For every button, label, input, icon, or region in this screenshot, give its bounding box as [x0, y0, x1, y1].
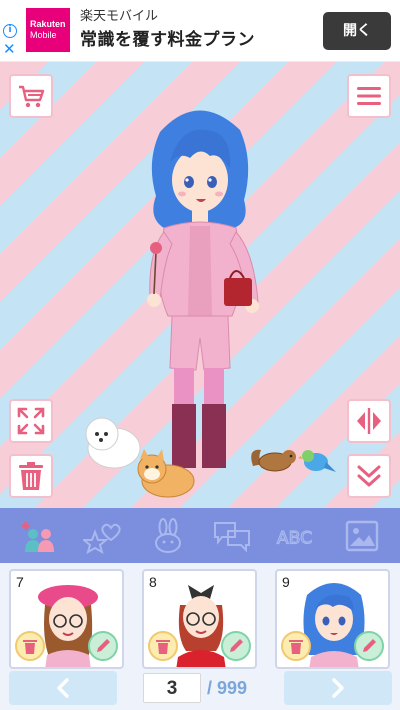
tool-speech[interactable] [210, 514, 254, 558]
text-tool-label: ABC [277, 528, 312, 548]
shop-cart-button[interactable] [9, 74, 53, 118]
double-chevron-down-icon [357, 465, 381, 487]
pencil-icon [97, 639, 110, 652]
text-abc-icon: ABC [276, 528, 312, 549]
ad-title: 常識を覆す料金プラン [80, 30, 255, 50]
slot-edit-button[interactable] [221, 631, 251, 661]
slot-delete-button[interactable] [281, 631, 311, 661]
page-total: / 999 [207, 678, 248, 698]
menu-button[interactable] [347, 74, 391, 118]
chevron-right-icon [332, 678, 344, 698]
ad-logo-line2: Mobile [30, 30, 57, 40]
slot-number: 9 [282, 574, 290, 590]
expand-view-button[interactable] [9, 399, 53, 443]
editor-toolbar: ABC [0, 508, 400, 563]
blue-bird[interactable] [298, 444, 338, 478]
expand-arrows-icon [17, 407, 45, 435]
chipmunk[interactable] [245, 440, 301, 474]
trash-icon [19, 462, 43, 490]
ad-open-button[interactable]: 開く [323, 12, 391, 50]
tool-background[interactable] [340, 514, 384, 558]
stickers-icon [82, 523, 121, 554]
pencil-icon [363, 639, 376, 652]
slot-delete-button[interactable] [15, 631, 45, 661]
flip-horizontal-icon [357, 408, 381, 434]
close-icon[interactable]: ✕ [3, 42, 16, 57]
character-slot[interactable]: 7 [9, 569, 124, 669]
shopping-cart-icon [19, 85, 45, 108]
trash-icon [23, 640, 37, 654]
info-icon[interactable]: i [3, 24, 17, 38]
hamburger-menu-icon [357, 87, 381, 105]
tool-text[interactable]: ABC [275, 514, 319, 558]
background-image-icon [345, 520, 378, 551]
delete-button[interactable] [9, 454, 53, 498]
dressup-stage [0, 62, 400, 508]
ad-logo-line1: Rakuten [30, 19, 66, 29]
pencil-icon [230, 639, 243, 652]
collapse-button[interactable] [347, 454, 391, 498]
tool-stickers[interactable] [81, 514, 125, 558]
ad-logo: Rakuten Mobile [26, 8, 70, 52]
character-slot[interactable]: 8 [142, 569, 257, 669]
ad-banner[interactable]: i ✕ Rakuten Mobile 楽天モバイル 常識を覆す料金プラン 開く [0, 0, 400, 62]
slot-delete-button[interactable] [148, 631, 178, 661]
bunny-pet-icon [154, 517, 181, 553]
trash-icon [156, 640, 170, 654]
prev-page-button[interactable] [9, 671, 117, 705]
character-slot[interactable]: 9 [275, 569, 390, 669]
ad-subtitle: 楽天モバイル [80, 9, 159, 24]
current-page: 3 [143, 673, 201, 703]
slot-number: 7 [16, 574, 24, 590]
flip-button[interactable] [347, 399, 391, 443]
slot-edit-button[interactable] [354, 631, 384, 661]
chevron-left-icon [57, 678, 69, 698]
next-page-button[interactable] [284, 671, 392, 705]
tool-pets[interactable] [146, 514, 190, 558]
trash-icon [289, 640, 303, 654]
tool-add-character[interactable] [16, 514, 60, 558]
shiba-dog[interactable] [130, 447, 200, 502]
add-character-icon [22, 521, 55, 552]
speech-bubble-icon [214, 521, 251, 552]
slot-edit-button[interactable] [88, 631, 118, 661]
slot-number: 8 [149, 574, 157, 590]
